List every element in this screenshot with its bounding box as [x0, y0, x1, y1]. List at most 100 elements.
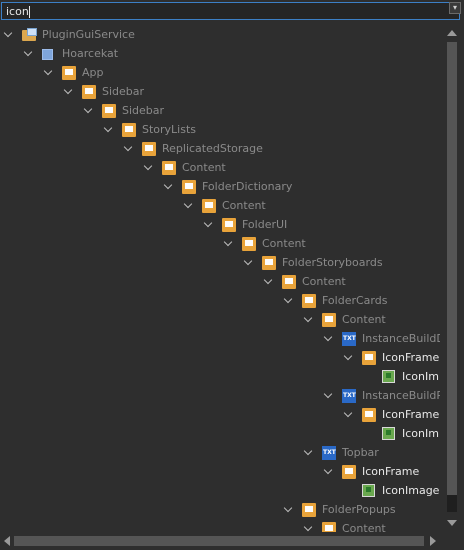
tree-item-label: FolderDictionary [202, 180, 293, 193]
tree-row[interactable]: PluginGuiService [0, 26, 440, 45]
frame-icon [302, 503, 316, 517]
chevron-down-icon[interactable] [44, 64, 54, 83]
tree-row[interactable]: Sidebar [0, 102, 440, 121]
chevron-down-icon[interactable] [264, 273, 274, 292]
tree-row[interactable]: Content [0, 311, 440, 330]
tree-item-label: PluginGuiService [42, 28, 135, 41]
scroll-down-icon[interactable] [447, 520, 457, 526]
horizontal-scroll-thumb[interactable] [14, 536, 424, 546]
search-bar: icon ▾ [0, 0, 464, 24]
frame-icon [102, 104, 116, 118]
chevron-down-icon[interactable] [144, 159, 154, 178]
screen-gui-icon [42, 49, 53, 60]
service-folder-icon [22, 28, 38, 42]
frame-icon [282, 275, 296, 289]
search-input[interactable]: icon [1, 2, 460, 20]
search-input-value: icon [6, 5, 29, 18]
tree-item-label: Content [222, 199, 266, 212]
tree-item-label: Content [342, 522, 386, 532]
chevron-down-icon[interactable] [64, 83, 74, 102]
scroll-up-icon[interactable] [447, 30, 457, 36]
frame-icon [342, 465, 356, 479]
text-label-icon [342, 389, 356, 403]
tree-item-label: IconFrame [362, 465, 420, 478]
chevron-down-icon[interactable] [304, 311, 314, 330]
chevron-down-icon[interactable] [224, 235, 234, 254]
image-label-icon [382, 427, 395, 440]
chevron-down-icon[interactable] [344, 406, 354, 425]
tree-item-label: IconImage [382, 484, 440, 497]
tree-row[interactable]: IconFrame [0, 406, 440, 425]
chevron-down-icon[interactable] [184, 197, 194, 216]
tree-item-label: FolderCards [322, 294, 388, 307]
tree-item-label: Content [302, 275, 346, 288]
tree-row[interactable]: InstanceBuildP [0, 387, 440, 406]
tree-item-label: IconFrame [382, 351, 440, 364]
chevron-down-icon[interactable] [124, 140, 134, 159]
tree-row[interactable]: Topbar [0, 444, 440, 463]
tree-item-label: ReplicatedStorage [162, 142, 263, 155]
scroll-right-icon[interactable] [430, 536, 436, 546]
search-options-button[interactable]: ▾ [449, 2, 461, 14]
chevron-down-icon[interactable] [284, 292, 294, 311]
chevron-down-icon[interactable] [304, 444, 314, 463]
vertical-scrollbar[interactable] [440, 24, 464, 532]
chevron-down-icon[interactable] [304, 520, 314, 532]
chevron-down-icon[interactable] [324, 330, 334, 349]
tree-row[interactable]: App [0, 64, 440, 83]
chevron-down-icon[interactable] [344, 349, 354, 368]
tree-item-label: App [82, 66, 104, 79]
tree-item-label: Sidebar [102, 85, 145, 98]
tree-item-label: FolderUI [242, 218, 288, 231]
tree-row[interactable]: Hoarcekat [0, 45, 440, 64]
frame-icon [362, 408, 376, 422]
chevron-down-icon[interactable] [4, 26, 14, 45]
tree-row[interactable]: IconFrame [0, 349, 440, 368]
chevron-down-icon[interactable] [284, 501, 294, 520]
horizontal-scrollbar[interactable] [0, 532, 440, 550]
tree-row[interactable]: IconIm [0, 368, 440, 387]
tree-item-label: StoryLists [142, 123, 197, 136]
chevron-down-icon[interactable] [104, 121, 114, 140]
frame-icon [162, 161, 176, 175]
chevron-down-icon[interactable] [164, 178, 174, 197]
text-label-icon [322, 446, 336, 460]
chevron-down-icon[interactable] [24, 45, 34, 64]
scroll-left-icon[interactable] [4, 536, 10, 546]
frame-icon [142, 142, 156, 156]
tree-row[interactable]: Content [0, 235, 440, 254]
tree-item-label: Content [182, 161, 226, 174]
tree-row[interactable]: Content [0, 159, 440, 178]
chevron-down-icon[interactable] [324, 387, 334, 406]
tree-row[interactable]: FolderDictionary [0, 178, 440, 197]
tree-row[interactable]: IconImage [0, 482, 440, 501]
tree-row[interactable]: InstanceBuildD [0, 330, 440, 349]
tree-row[interactable]: FolderPopups [0, 501, 440, 520]
tree-row[interactable]: Sidebar [0, 83, 440, 102]
chevron-down-icon[interactable] [204, 216, 214, 235]
tree-row[interactable]: IconIm [0, 425, 440, 444]
tree-row[interactable]: Content [0, 520, 440, 532]
frame-icon [262, 256, 276, 270]
tree-item-label: Topbar [342, 446, 379, 459]
frame-icon [242, 237, 256, 251]
frame-icon [322, 313, 336, 327]
tree-row[interactable]: StoryLists [0, 121, 440, 140]
scrollbar-corner [440, 532, 464, 550]
tree-item-label: InstanceBuildD [362, 332, 440, 345]
tree-row[interactable]: FolderStoryboards [0, 254, 440, 273]
vertical-scroll-thumb[interactable] [447, 42, 457, 495]
chevron-down-icon[interactable] [324, 463, 334, 482]
tree-row[interactable]: Content [0, 197, 440, 216]
frame-icon [302, 294, 316, 308]
tree-row[interactable]: ReplicatedStorage [0, 140, 440, 159]
frame-icon [322, 522, 336, 532]
tree-item-label: FolderPopups [322, 503, 396, 516]
tree-row[interactable]: IconFrame [0, 463, 440, 482]
chevron-down-icon[interactable] [84, 102, 94, 121]
tree-row[interactable]: Content [0, 273, 440, 292]
tree-row[interactable]: FolderCards [0, 292, 440, 311]
chevron-down-icon[interactable] [244, 254, 254, 273]
frame-icon [62, 66, 76, 80]
tree-row[interactable]: FolderUI [0, 216, 440, 235]
